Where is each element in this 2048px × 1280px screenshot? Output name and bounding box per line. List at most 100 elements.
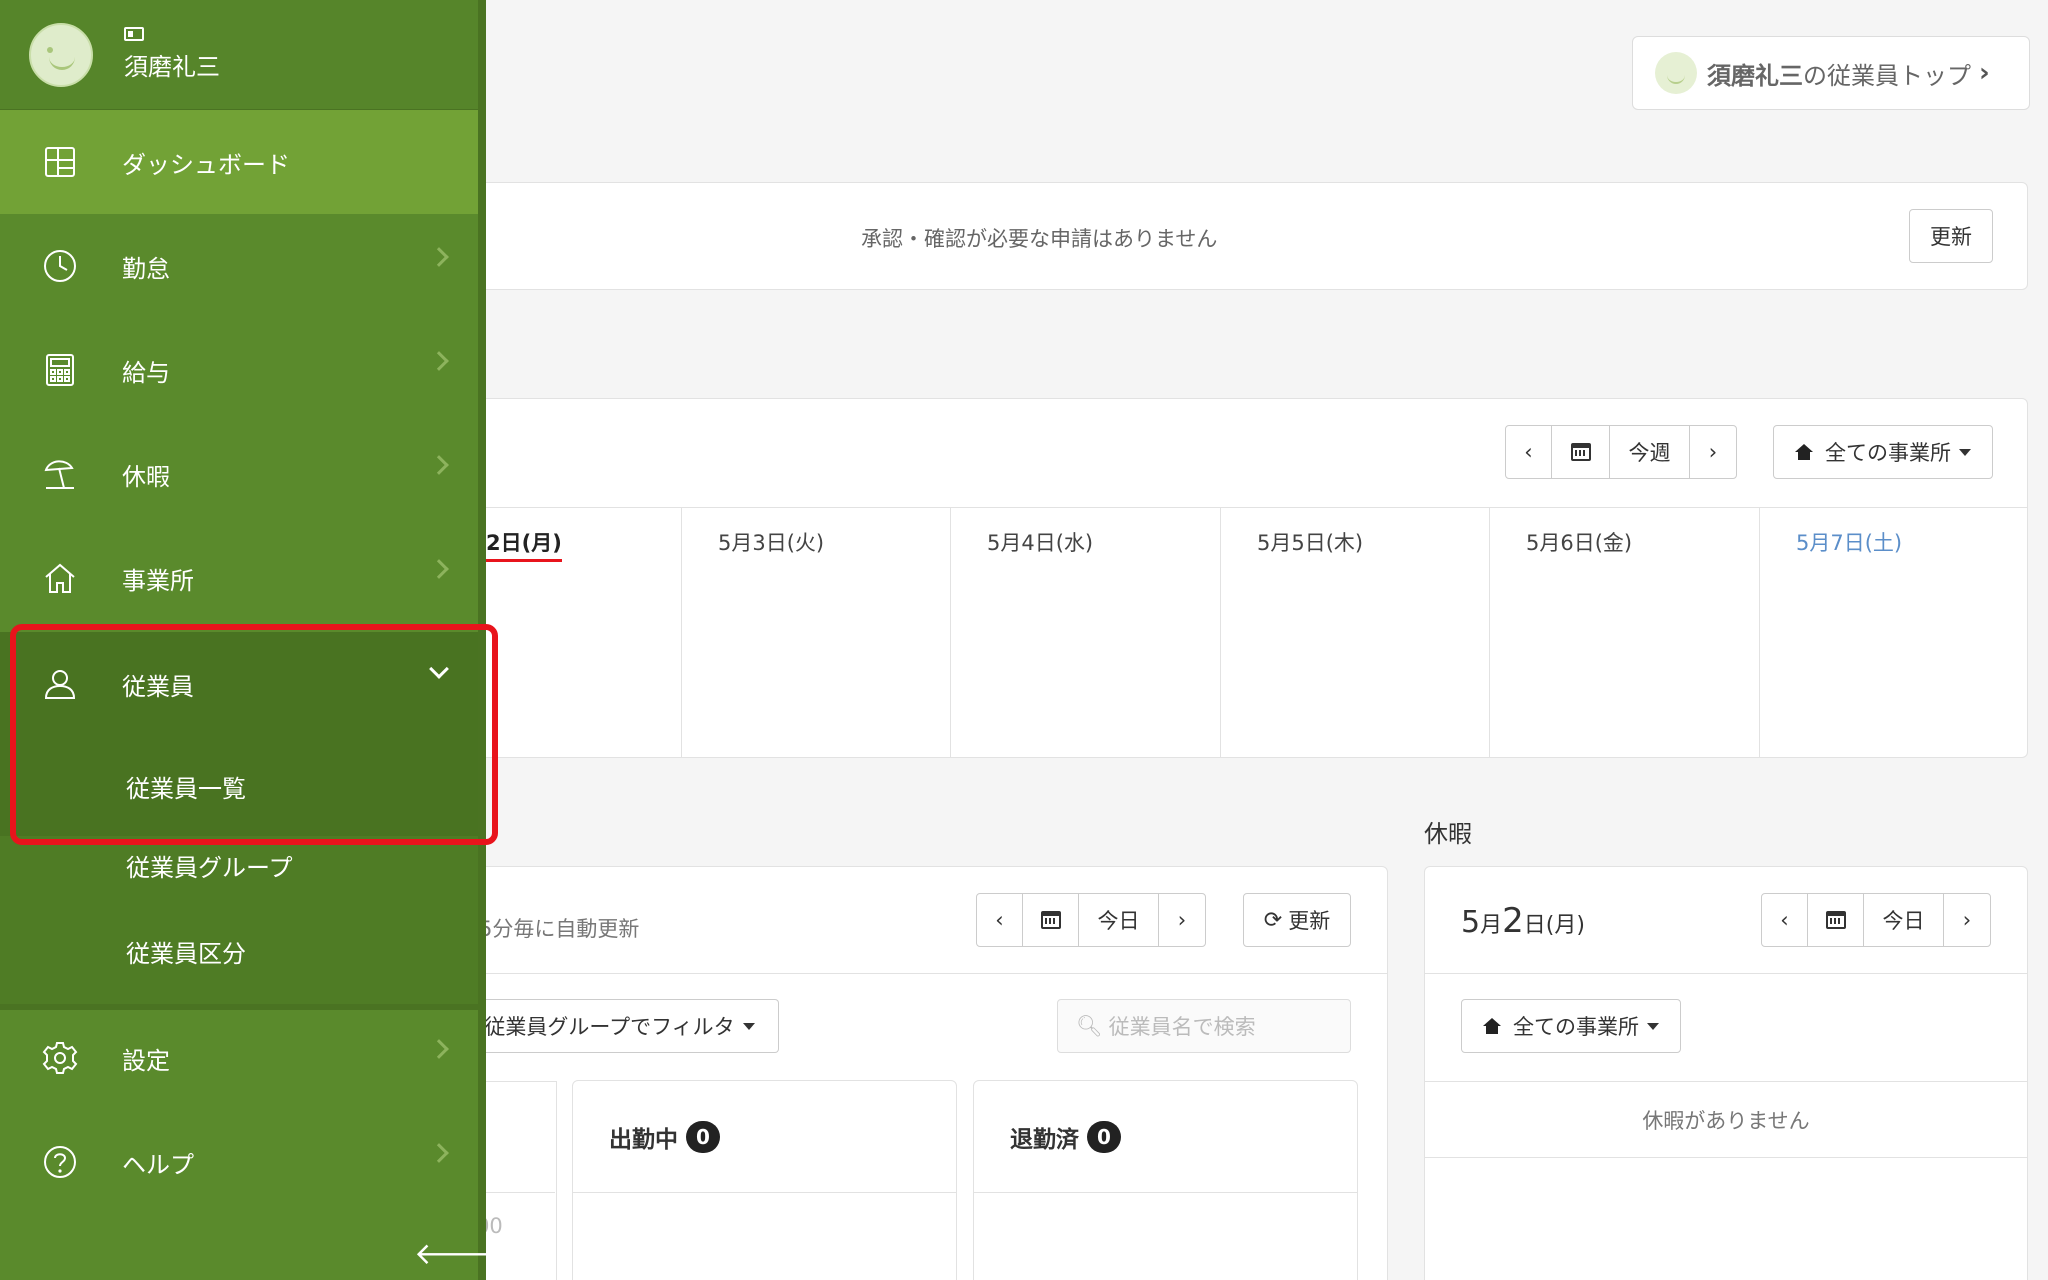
leave-date-day-unit: 日(月) (1523, 913, 1585, 938)
refresh-label: 更新 (1288, 909, 1331, 933)
avatar-small (1655, 52, 1697, 94)
sidebar-item-leave[interactable]: 休暇 (0, 422, 478, 526)
count-badge: 0 (686, 1120, 720, 1153)
this-week-button[interactable]: 今週 (1610, 426, 1690, 478)
caret-down-icon (1647, 1022, 1659, 1030)
day-column: 5月5日(木) (1220, 507, 1489, 757)
chevron-right-icon (429, 247, 449, 267)
clock-icon (42, 248, 78, 284)
leave-office-filter-label: 全ての事業所 (1513, 1015, 1639, 1039)
prev-week-button[interactable]: ‹ (1506, 426, 1552, 478)
refresh-icon: ⟳ (1263, 907, 1283, 933)
gear-icon (42, 1040, 78, 1076)
user-name: 須磨礼三 (124, 53, 220, 81)
status-label: 退勤済 (1010, 1126, 1079, 1153)
sidebar-subitem-employee-categories[interactable]: 従業員区分 (0, 908, 478, 994)
sidebar-item-label: 休暇 (122, 462, 170, 491)
leave-card: 5月2日(月) ‹ 今日 › 全ての事業所 休暇がありません (1424, 866, 2028, 1280)
week-office-filter[interactable]: 全ての事業所 (1773, 425, 1993, 479)
approvals-refresh-button[interactable]: 更新 (1909, 209, 1993, 263)
next-day-button[interactable]: › (1944, 894, 1990, 946)
chevron-right-icon: › (1979, 58, 1990, 88)
id-card-icon (124, 27, 144, 41)
group-filter-label: 従業員グループでフィルタ (484, 1015, 735, 1039)
day-label: 5月4日(水) (987, 531, 1094, 555)
attendance-refresh-button[interactable]: ⟳ 更新 (1243, 893, 1351, 947)
day-label: 5月5日(木) (1257, 531, 1364, 555)
day-label: 5月6日(金) (1526, 531, 1633, 555)
chevron-right-icon (429, 1039, 449, 1059)
help-icon (42, 1144, 78, 1180)
caret-down-icon (742, 1022, 755, 1030)
leave-empty-message: 休暇がありません (1642, 1109, 1810, 1133)
employee-search-input[interactable]: 🔍︎ 従業員名で検索 (1057, 999, 1351, 1053)
sidebar-item-help[interactable]: ヘルプ (0, 1110, 478, 1214)
home-icon (42, 560, 78, 596)
chevron-right-icon (429, 351, 449, 371)
leave-date-day: 2 (1502, 901, 1524, 941)
sidebar-item-office[interactable]: 事業所 (0, 526, 478, 630)
day-label: 2日(月) (486, 531, 562, 562)
search-icon: 🔍︎ (1076, 1013, 1103, 1038)
prev-day-button[interactable]: ‹ (977, 894, 1023, 946)
user-profile[interactable]: 須磨礼三 (0, 0, 478, 110)
approvals-card: 承認・確認が必要な申請はありません 更新 (470, 182, 2028, 290)
employee-top-suffix: の従業員トップ (1803, 61, 1971, 90)
employee-top-link[interactable]: 須磨礼三 の従業員トップ › (1632, 36, 2030, 110)
today-button[interactable]: 今日 (1079, 894, 1159, 946)
sidebar-item-dashboard[interactable]: ダッシュボード (0, 110, 478, 214)
home-icon (1483, 1018, 1501, 1034)
day-nav-group: ‹ 今日 › (976, 893, 1206, 947)
week-office-filter-label: 全ての事業所 (1825, 441, 1951, 465)
today-button[interactable]: 今日 (1864, 894, 1944, 946)
leave-date-month-unit: 月 (1480, 913, 1503, 938)
sidebar-item-payroll[interactable]: 給与 (0, 318, 478, 422)
next-day-button[interactable]: › (1159, 894, 1205, 946)
calendar-icon[interactable] (1552, 426, 1610, 478)
sidebar-item-label: 事業所 (122, 566, 194, 595)
home-icon (1795, 444, 1813, 460)
sidebar-item-settings[interactable]: 設定 (0, 1006, 478, 1110)
leave-date: 5月2日(月) (1461, 901, 1585, 941)
day-column: 2日(月) (470, 507, 681, 757)
calculator-icon (42, 352, 78, 388)
sidebar-subitem-label: 従業員区分 (126, 939, 246, 968)
week-nav-group: ‹ 今週 › (1505, 425, 1737, 479)
collapse-sidebar-icon[interactable]: 🡐 (414, 1236, 494, 1272)
approvals-message: 承認・確認が必要な申請はありません (861, 227, 1218, 251)
auto-refresh-text: 5分毎に自動更新 (479, 917, 640, 941)
day-column: 5月7日(土) (1759, 507, 2028, 757)
leave-date-month: 5 (1461, 905, 1481, 940)
avatar (29, 22, 93, 87)
prev-day-button[interactable]: ‹ (1762, 894, 1808, 946)
status-column-left: 退勤済 0 (973, 1080, 1358, 1280)
dashboard-icon (42, 144, 78, 180)
count-badge: 0 (1087, 1120, 1121, 1153)
leave-office-filter[interactable]: 全ての事業所 (1461, 999, 1681, 1053)
group-filter-dropdown[interactable]: 従業員グループでフィルタ (461, 999, 779, 1053)
sidebar-item-attendance[interactable]: 勤怠 (0, 214, 478, 318)
caret-down-icon (1959, 448, 1971, 456)
calendar-icon[interactable] (1808, 894, 1864, 946)
day-label: 5月3日(火) (718, 531, 825, 555)
next-week-button[interactable]: › (1690, 426, 1736, 478)
chevron-right-icon (429, 455, 449, 475)
sidebar-item-label: 設定 (122, 1046, 170, 1075)
sidebar-item-label: ヘルプ (122, 1150, 194, 1179)
leave-day-nav-group: ‹ 今日 › (1761, 893, 1991, 947)
leave-section-title: 休暇 (1424, 820, 1472, 848)
sidebar-item-label: 給与 (122, 358, 170, 387)
day-label: 5月7日(土) (1796, 531, 1903, 555)
highlight-annotation (10, 624, 498, 845)
sidebar-item-label: 勤怠 (122, 254, 170, 283)
beach-umbrella-icon (42, 456, 78, 492)
status-column-working: 出勤中 0 (572, 1080, 957, 1280)
sidebar-subitem-label: 従業員グループ (126, 853, 293, 882)
employee-top-name: 須磨礼三 (1707, 61, 1803, 90)
calendar-icon[interactable] (1023, 894, 1079, 946)
day-column: 5月3日(火) (681, 507, 950, 757)
chevron-right-icon (429, 559, 449, 579)
search-placeholder: 従業員名で検索 (1108, 1015, 1256, 1039)
day-column: 5月4日(水) (950, 507, 1220, 757)
status-label: 出勤中 (609, 1126, 678, 1153)
